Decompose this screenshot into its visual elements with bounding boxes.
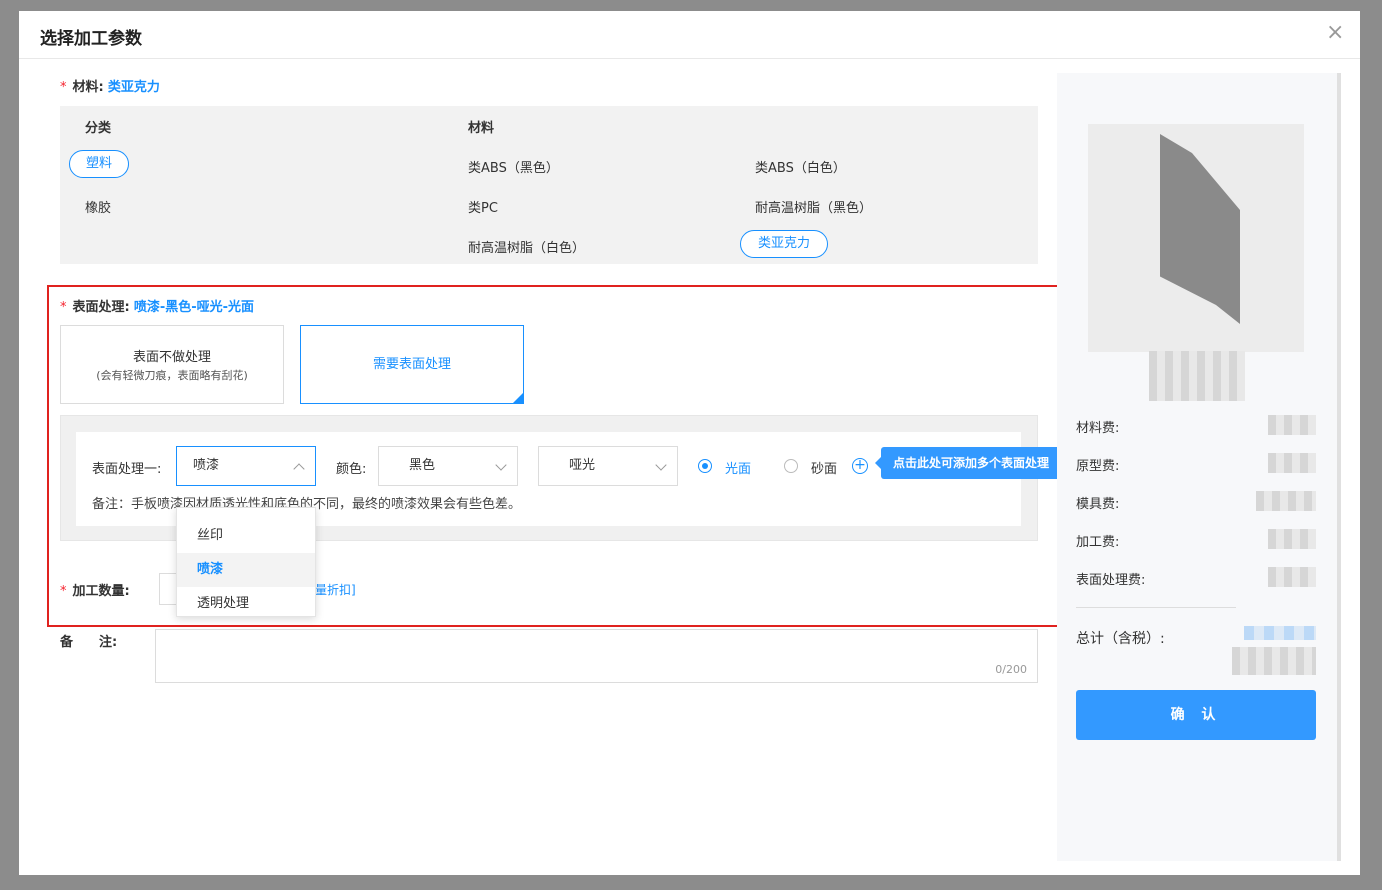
process-select[interactable]: 喷漆 bbox=[176, 446, 316, 486]
surface-row: * 表面处理: 喷漆-黑色-哑光-光面 bbox=[60, 296, 254, 315]
color-select-value: 黑色 bbox=[409, 458, 436, 473]
option-no-surface-title: 表面不做处理 bbox=[132, 350, 211, 365]
color-label: 颜色: bbox=[336, 462, 367, 477]
quantity-row: * 加工数量: bbox=[60, 580, 130, 599]
blurred-info bbox=[1149, 351, 1245, 401]
finish-select-value: 哑光 bbox=[569, 458, 596, 473]
material-header: 材料 bbox=[468, 121, 495, 136]
remark-counter: 0/200 bbox=[995, 663, 1027, 676]
material-panel: 分类 材料 塑料 橡胶 类ABS（黑色） 类ABS（白色） 类PC 耐高温树脂（… bbox=[60, 106, 1038, 264]
remark-textarea[interactable]: 0/200 bbox=[155, 629, 1038, 683]
check-icon: ✓ bbox=[515, 360, 522, 369]
surface-fee-value bbox=[1268, 567, 1316, 587]
total-label: 总计（含税）: bbox=[1076, 631, 1165, 647]
material-abs-black[interactable]: 类ABS（黑色） bbox=[468, 157, 559, 176]
dialog: 选择加工参数 × * 材料: 类亚克力 分类 材料 塑料 橡胶 类ABS（黑色） … bbox=[19, 11, 1360, 875]
material-fee-value bbox=[1268, 415, 1316, 435]
surface-selected: 喷漆-黑色-哑光-光面 bbox=[133, 300, 255, 315]
required-mark: * bbox=[60, 80, 67, 95]
option-no-surface-desc: (会有轻微刀痕，表面略有刮花) bbox=[96, 369, 248, 382]
material-selected: 类亚克力 bbox=[107, 80, 160, 95]
process-select-value: 喷漆 bbox=[193, 458, 220, 473]
process-dropdown: 丝印 喷漆 透明处理 bbox=[176, 507, 316, 617]
required-mark: * bbox=[60, 300, 67, 315]
material-label: 材料: bbox=[72, 80, 104, 95]
category-plastic[interactable]: 塑料 bbox=[69, 150, 129, 178]
dropdown-option-spray[interactable]: 喷漆 bbox=[177, 553, 315, 587]
finish-select[interactable]: 哑光 bbox=[538, 446, 678, 486]
model-thumbnail bbox=[1160, 134, 1240, 324]
category-header: 分类 bbox=[85, 121, 112, 136]
close-icon[interactable]: × bbox=[1326, 22, 1344, 44]
chevron-down-icon bbox=[655, 459, 667, 471]
process-fee-value bbox=[1268, 529, 1316, 549]
material-abs-white[interactable]: 类ABS（白色） bbox=[755, 157, 846, 176]
radio-sand[interactable] bbox=[784, 459, 798, 473]
total-value-detail bbox=[1232, 647, 1316, 675]
remark-label: 备 注: bbox=[60, 635, 118, 650]
add-surface-icon[interactable]: + bbox=[852, 458, 868, 474]
color-select[interactable]: 黑色 bbox=[378, 446, 518, 486]
radio-sand-label[interactable]: 砂面 bbox=[811, 458, 837, 477]
option-need-surface-label: 需要表面处理 bbox=[372, 357, 451, 372]
option-no-surface[interactable]: 表面不做处理 (会有轻微刀痕，表面略有刮花) bbox=[60, 325, 284, 404]
radio-glossy[interactable] bbox=[698, 459, 712, 473]
dialog-header: 选择加工参数 × bbox=[19, 11, 1360, 59]
dropdown-option-transparent[interactable]: 透明处理 bbox=[177, 587, 315, 621]
model-preview-image bbox=[1088, 124, 1304, 352]
required-mark: * bbox=[60, 584, 67, 599]
category-rubber[interactable]: 橡胶 bbox=[85, 197, 111, 216]
quantity-label: 加工数量: bbox=[72, 584, 130, 599]
mold-fee-value bbox=[1256, 491, 1316, 511]
mold-fee-label: 模具费: bbox=[1076, 497, 1120, 512]
option-need-surface[interactable]: 需要表面处理 ✓ bbox=[300, 325, 524, 404]
add-surface-tooltip: 点击此处可添加多个表面处理 bbox=[875, 447, 1061, 479]
surface-label: 表面处理: bbox=[72, 300, 130, 315]
material-resin-black[interactable]: 耐高温树脂（黑色） bbox=[755, 197, 872, 216]
surface-fee-label: 表面处理费: bbox=[1076, 573, 1146, 588]
material-pc[interactable]: 类PC bbox=[468, 197, 498, 216]
process-row-label: 表面处理一: bbox=[92, 462, 162, 477]
process-fee-label: 加工费: bbox=[1076, 535, 1120, 550]
discount-link[interactable]: 量折扣] bbox=[315, 581, 356, 598]
chevron-down-icon bbox=[495, 459, 507, 471]
material-row: * 材料: 类亚克力 bbox=[60, 76, 160, 95]
dialog-title: 选择加工参数 bbox=[40, 29, 142, 49]
chevron-up-icon bbox=[293, 463, 305, 475]
scrollbar[interactable] bbox=[1337, 73, 1341, 861]
total-value bbox=[1244, 626, 1316, 640]
prototype-fee-label: 原型费: bbox=[1076, 459, 1120, 474]
summary-divider bbox=[1076, 607, 1236, 608]
confirm-button[interactable]: 确 认 bbox=[1076, 690, 1316, 740]
dropdown-option-silkscreen[interactable]: 丝印 bbox=[177, 519, 315, 553]
radio-glossy-label[interactable]: 光面 bbox=[725, 458, 751, 477]
prototype-fee-value bbox=[1268, 453, 1316, 473]
material-fee-label: 材料费: bbox=[1076, 421, 1120, 436]
material-acrylic[interactable]: 类亚克力 bbox=[740, 230, 828, 258]
material-resin-white[interactable]: 耐高温树脂（白色） bbox=[468, 237, 585, 256]
